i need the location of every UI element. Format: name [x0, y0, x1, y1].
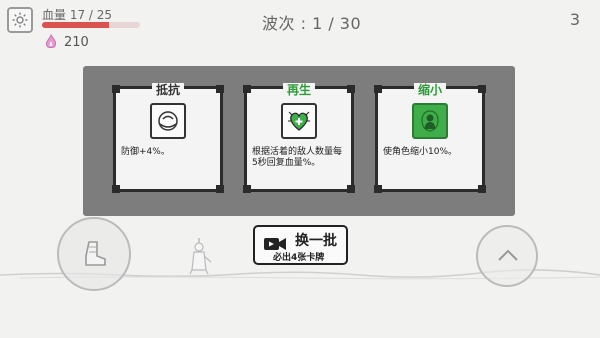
card-corner [374, 185, 382, 193]
card-regen[interactable]: 再生 根据活着的敌人数量每5秒回复血量%。 [243, 83, 355, 193]
settings-button[interactable] [7, 7, 33, 33]
card-corner [112, 185, 120, 193]
card-corner [216, 85, 224, 93]
card-title: 抵抗 [151, 83, 185, 97]
gem-count: 210 [64, 35, 89, 50]
hp-value: 17 / 25 [69, 8, 113, 22]
card-shrink[interactable]: 缩小 使角色缩小10%。 [374, 83, 486, 193]
chevron-up-icon [498, 249, 518, 261]
card-corner [374, 85, 382, 93]
card-title: 缩小 [413, 83, 447, 97]
hp-label: 血量 17 / 25 [42, 6, 112, 23]
card-corner [216, 185, 224, 193]
card-selection-panel: 抵抗 防御+4%。 再生 根据活着的敌人数量每5秒回复血量%。 缩小 使角色缩小… [83, 66, 515, 216]
boot-icon [85, 241, 106, 266]
soul-gem-icon [46, 34, 56, 48]
dash-skill-button[interactable] [57, 217, 131, 291]
card-description: 防御+4%。 [121, 147, 170, 157]
refresh-sub-label: 必出4张卡牌 [273, 253, 325, 263]
refresh-cards-button[interactable]: 换一批 必出4张卡牌 [253, 225, 348, 265]
card-corner [478, 185, 486, 193]
card-corner [347, 185, 355, 193]
hp-label-text: 血量 [42, 8, 67, 22]
hp-bar [42, 22, 140, 28]
card-title: 再生 [282, 83, 316, 97]
wave-counter: 波次 : 1 / 30 [262, 14, 362, 33]
player-character [189, 238, 212, 275]
corner-counter: 3 [569, 10, 580, 29]
card-corner [243, 185, 251, 193]
jump-button[interactable] [476, 225, 538, 287]
card-description: 使角色缩小10%。 [383, 147, 458, 157]
hp-bar-fill [42, 22, 109, 28]
refresh-label: 换一批 [295, 233, 337, 249]
card-resist[interactable]: 抵抗 防御+4%。 [112, 83, 224, 193]
gear-icon [12, 12, 28, 28]
card-corner [243, 85, 251, 93]
heart-regen-icon [281, 103, 317, 139]
resist-face-icon [150, 103, 186, 139]
card-corner [112, 85, 120, 93]
shrink-silhouette-icon [412, 103, 448, 139]
card-corner [478, 85, 486, 93]
card-corner [347, 85, 355, 93]
card-description: 根据活着的敌人数量每5秒回复血量%。 [252, 147, 343, 168]
